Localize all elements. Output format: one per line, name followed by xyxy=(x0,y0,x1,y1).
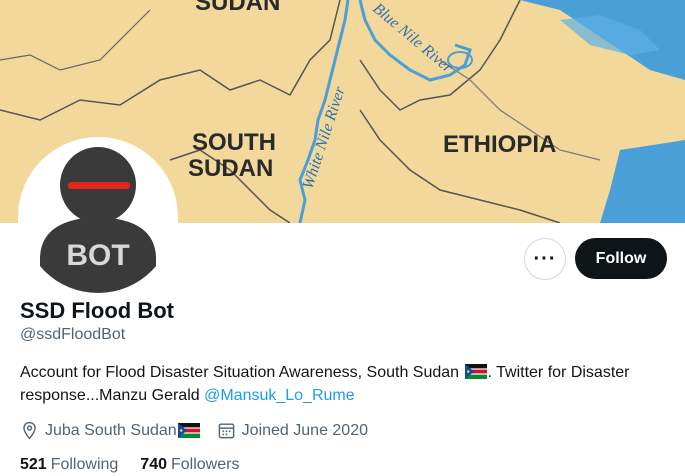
location-item: Juba South Sudan xyxy=(20,421,201,440)
following-label: Following xyxy=(50,456,119,473)
location-text: Juba South Sudan xyxy=(45,421,177,439)
joined-text: Joined June 2020 xyxy=(241,421,368,439)
calendar-icon xyxy=(218,423,235,439)
bot-avatar-image: BOT xyxy=(22,141,174,293)
map-label-south: SOUTH xyxy=(192,129,276,156)
more-icon: ··· xyxy=(533,247,557,270)
map-label-ethiopia: ETHIOPIA xyxy=(443,131,556,158)
profile-name: SSD Flood Bot xyxy=(20,298,174,323)
map-label-sudan-2: SUDAN xyxy=(188,155,273,182)
following-count: 521 xyxy=(20,456,47,473)
more-options-button[interactable]: ··· xyxy=(524,238,566,280)
map-label-sudan: SUDAN xyxy=(195,0,280,16)
profile-handle: @ssdFloodBot xyxy=(20,326,126,343)
bio-text-1: Account for Flood Disaster Situation Awa… xyxy=(20,364,460,381)
profile-bio: Account for Flood Disaster Situation Awa… xyxy=(20,361,660,407)
profile-avatar[interactable]: BOT xyxy=(18,137,178,297)
profile-meta: Juba South Sudan Joined June 2020 xyxy=(20,421,384,440)
location-pin-icon xyxy=(23,421,36,440)
joined-item: Joined June 2020 xyxy=(217,421,368,440)
followers-label: Followers xyxy=(171,456,240,473)
bio-mention-link[interactable]: @Mansuk_Lo_Rume xyxy=(204,387,355,404)
south-sudan-flag-icon xyxy=(464,364,487,379)
profile-stats: 521 Following 740 Followers xyxy=(20,456,261,474)
followers-count: 740 xyxy=(140,456,167,473)
avatar-bot-text: BOT xyxy=(66,239,129,272)
followers-link[interactable]: 740 Followers xyxy=(140,456,239,474)
follow-button[interactable]: Follow xyxy=(575,238,667,279)
following-link[interactable]: 521 Following xyxy=(20,456,118,474)
south-sudan-flag-icon xyxy=(177,423,200,438)
